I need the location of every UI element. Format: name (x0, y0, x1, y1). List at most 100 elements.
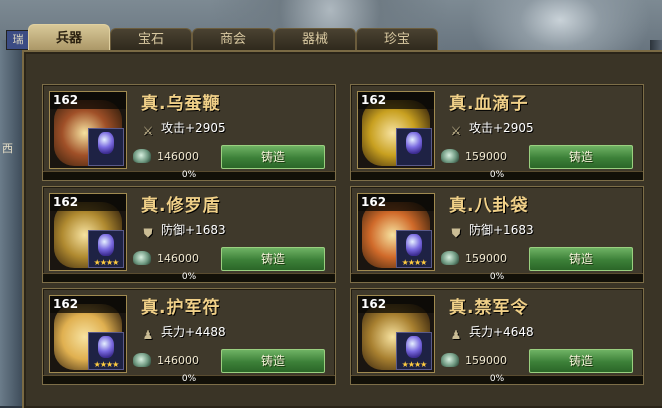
sword-icon: ⚔ (450, 124, 462, 138)
forge-button[interactable]: 铸造 (221, 145, 325, 169)
item-cost: 159000 (441, 351, 507, 371)
silver-ore-icon (441, 353, 459, 367)
item-thumbnail[interactable]: 162 ★★★★ (357, 193, 435, 271)
progress-label: 0% (181, 170, 197, 180)
gem-stars: ★★★★ (93, 360, 120, 369)
equipment-card: 162 ★★★★ 真.八卦袋 ⛊ 防御+1683 159000 铸造 0% (350, 186, 644, 283)
progress-label: 0% (181, 374, 197, 384)
gem-icon (406, 336, 422, 358)
tab-gems[interactable]: 宝石 (110, 28, 192, 51)
forge-button[interactable]: 铸造 (529, 349, 633, 373)
item-stat: ♟ 兵力+4648 (449, 323, 534, 342)
item-cost: 146000 (133, 249, 199, 269)
item-thumbnail[interactable]: 162 ★★★★ (49, 193, 127, 271)
item-cost-value: 146000 (157, 150, 199, 163)
shield-icon: ⛊ (451, 226, 461, 240)
item-stat-value: 攻击+2905 (469, 121, 534, 135)
item-stat: ♟ 兵力+4488 (141, 323, 226, 342)
forge-progress-bar: 0% (351, 272, 643, 282)
item-level: 162 (358, 296, 434, 313)
progress-label: 0% (181, 272, 197, 282)
item-name: 真.乌蚕鞭 (141, 94, 221, 114)
item-stat-value: 兵力+4488 (161, 325, 226, 339)
item-cost: 146000 (133, 147, 199, 167)
tab-siege-equipment[interactable]: 器械 (274, 28, 356, 51)
soldier-icon: ♟ (142, 328, 154, 342)
shield-icon: ⛊ (143, 226, 153, 240)
tab-guild[interactable]: 商会 (192, 28, 274, 51)
forge-progress-bar: 0% (43, 374, 335, 384)
item-level: 162 (358, 194, 434, 211)
item-stat-value: 攻击+2905 (161, 121, 226, 135)
item-cost: 146000 (133, 351, 199, 371)
item-cost-value: 146000 (157, 354, 199, 367)
item-name: 真.八卦袋 (449, 196, 529, 216)
item-name: 真.血滴子 (449, 94, 529, 114)
item-level: 162 (50, 92, 126, 109)
gem-stars: ★★★★ (93, 258, 120, 267)
progress-label: 0% (489, 272, 505, 282)
gem-slot[interactable]: ★★★★ (88, 332, 124, 370)
silver-ore-icon (133, 353, 151, 367)
item-cost: 159000 (441, 147, 507, 167)
forge-button[interactable]: 铸造 (221, 349, 325, 373)
item-thumbnail[interactable]: 162 ★★★★ (49, 295, 127, 373)
item-stat-value: 兵力+4648 (469, 325, 534, 339)
left-map-strip (0, 40, 24, 406)
gem-slot[interactable]: ★★★★ (88, 230, 124, 268)
side-badge[interactable]: 瑞 (6, 30, 30, 50)
item-cost-value: 159000 (465, 252, 507, 265)
equipment-card: 162 ★★★★ 真.修罗盾 ⛊ 防御+1683 146000 铸造 0% (42, 186, 336, 283)
item-thumbnail[interactable]: 162 (49, 91, 127, 169)
forge-progress-bar: 0% (43, 272, 335, 282)
gem-icon (406, 132, 422, 154)
item-name: 真.护军符 (141, 298, 221, 318)
silver-ore-icon (441, 251, 459, 265)
gem-icon (406, 234, 422, 256)
item-stat: ⛊ 防御+1683 (141, 221, 225, 240)
forge-button[interactable]: 铸造 (221, 247, 325, 271)
equipment-card: 162 真.乌蚕鞭 ⚔ 攻击+2905 146000 铸造 0% (42, 84, 336, 181)
item-thumbnail[interactable]: 162 (357, 91, 435, 169)
progress-label: 0% (489, 170, 505, 180)
tab-weapons[interactable]: 兵器 (28, 24, 110, 52)
soldier-icon: ♟ (450, 328, 462, 342)
silver-ore-icon (441, 149, 459, 163)
item-level: 162 (50, 194, 126, 211)
equipment-card: 162 ★★★★ 真.护军符 ♟ 兵力+4488 146000 铸造 0% (42, 288, 336, 385)
equipment-card: 162 真.血滴子 ⚔ 攻击+2905 159000 铸造 0% (350, 84, 644, 181)
sword-icon: ⚔ (142, 124, 154, 138)
item-cost-value: 159000 (465, 150, 507, 163)
item-stat-value: 防御+1683 (469, 223, 534, 237)
side-label: 西 (2, 142, 13, 155)
forge-button[interactable]: 铸造 (529, 247, 633, 271)
item-stat: ⚔ 攻击+2905 (141, 119, 226, 138)
gem-stars: ★★★★ (401, 360, 428, 369)
item-stat: ⛊ 防御+1683 (449, 221, 534, 240)
gem-slot[interactable]: ★★★★ (396, 230, 432, 268)
item-stat: ⚔ 攻击+2905 (449, 119, 534, 138)
gem-slot[interactable] (396, 128, 432, 166)
tab-treasures[interactable]: 珍宝 (356, 28, 438, 51)
gem-slot[interactable]: ★★★★ (396, 332, 432, 370)
forge-progress-bar: 0% (351, 374, 643, 384)
gem-icon (98, 132, 114, 154)
item-cost: 159000 (441, 249, 507, 269)
item-cost-value: 146000 (157, 252, 199, 265)
forge-progress-bar: 0% (351, 170, 643, 180)
gem-stars: ★★★★ (401, 258, 428, 267)
item-level: 162 (50, 296, 126, 313)
item-name: 真.修罗盾 (141, 196, 221, 216)
gem-icon (98, 234, 114, 256)
equipment-card: 162 ★★★★ 真.禁军令 ♟ 兵力+4648 159000 铸造 0% (350, 288, 644, 385)
item-name: 真.禁军令 (449, 298, 529, 318)
gem-slot[interactable] (88, 128, 124, 166)
item-cost-value: 159000 (465, 354, 507, 367)
item-level: 162 (358, 92, 434, 109)
progress-label: 0% (489, 374, 505, 384)
item-thumbnail[interactable]: 162 ★★★★ (357, 295, 435, 373)
gem-icon (98, 336, 114, 358)
silver-ore-icon (133, 251, 151, 265)
forge-progress-bar: 0% (43, 170, 335, 180)
forge-button[interactable]: 铸造 (529, 145, 633, 169)
